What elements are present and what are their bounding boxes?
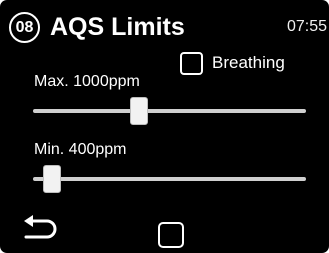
clock-time: 07:55: [286, 18, 327, 35]
min-slider-label: Min. 400ppm: [34, 141, 127, 158]
min-slider-track[interactable]: [33, 177, 306, 181]
max-slider-thumb[interactable]: [129, 97, 148, 125]
page-number-badge: 08: [9, 12, 40, 43]
back-button[interactable]: [22, 212, 62, 244]
min-slider-thumb[interactable]: [43, 165, 62, 193]
confirm-checkbox[interactable]: [158, 222, 184, 248]
breathing-label: Breathing: [212, 53, 285, 72]
breathing-checkbox[interactable]: [180, 52, 203, 75]
page-number: 08: [15, 18, 34, 36]
page-title: AQS Limits: [50, 13, 185, 41]
device-screen: 08 AQS Limits 07:55 Breathing Max. 1000p…: [0, 0, 329, 253]
return-arrow-icon: [24, 215, 57, 239]
max-slider-track[interactable]: [33, 109, 306, 113]
max-slider-label: Max. 1000ppm: [34, 73, 140, 90]
